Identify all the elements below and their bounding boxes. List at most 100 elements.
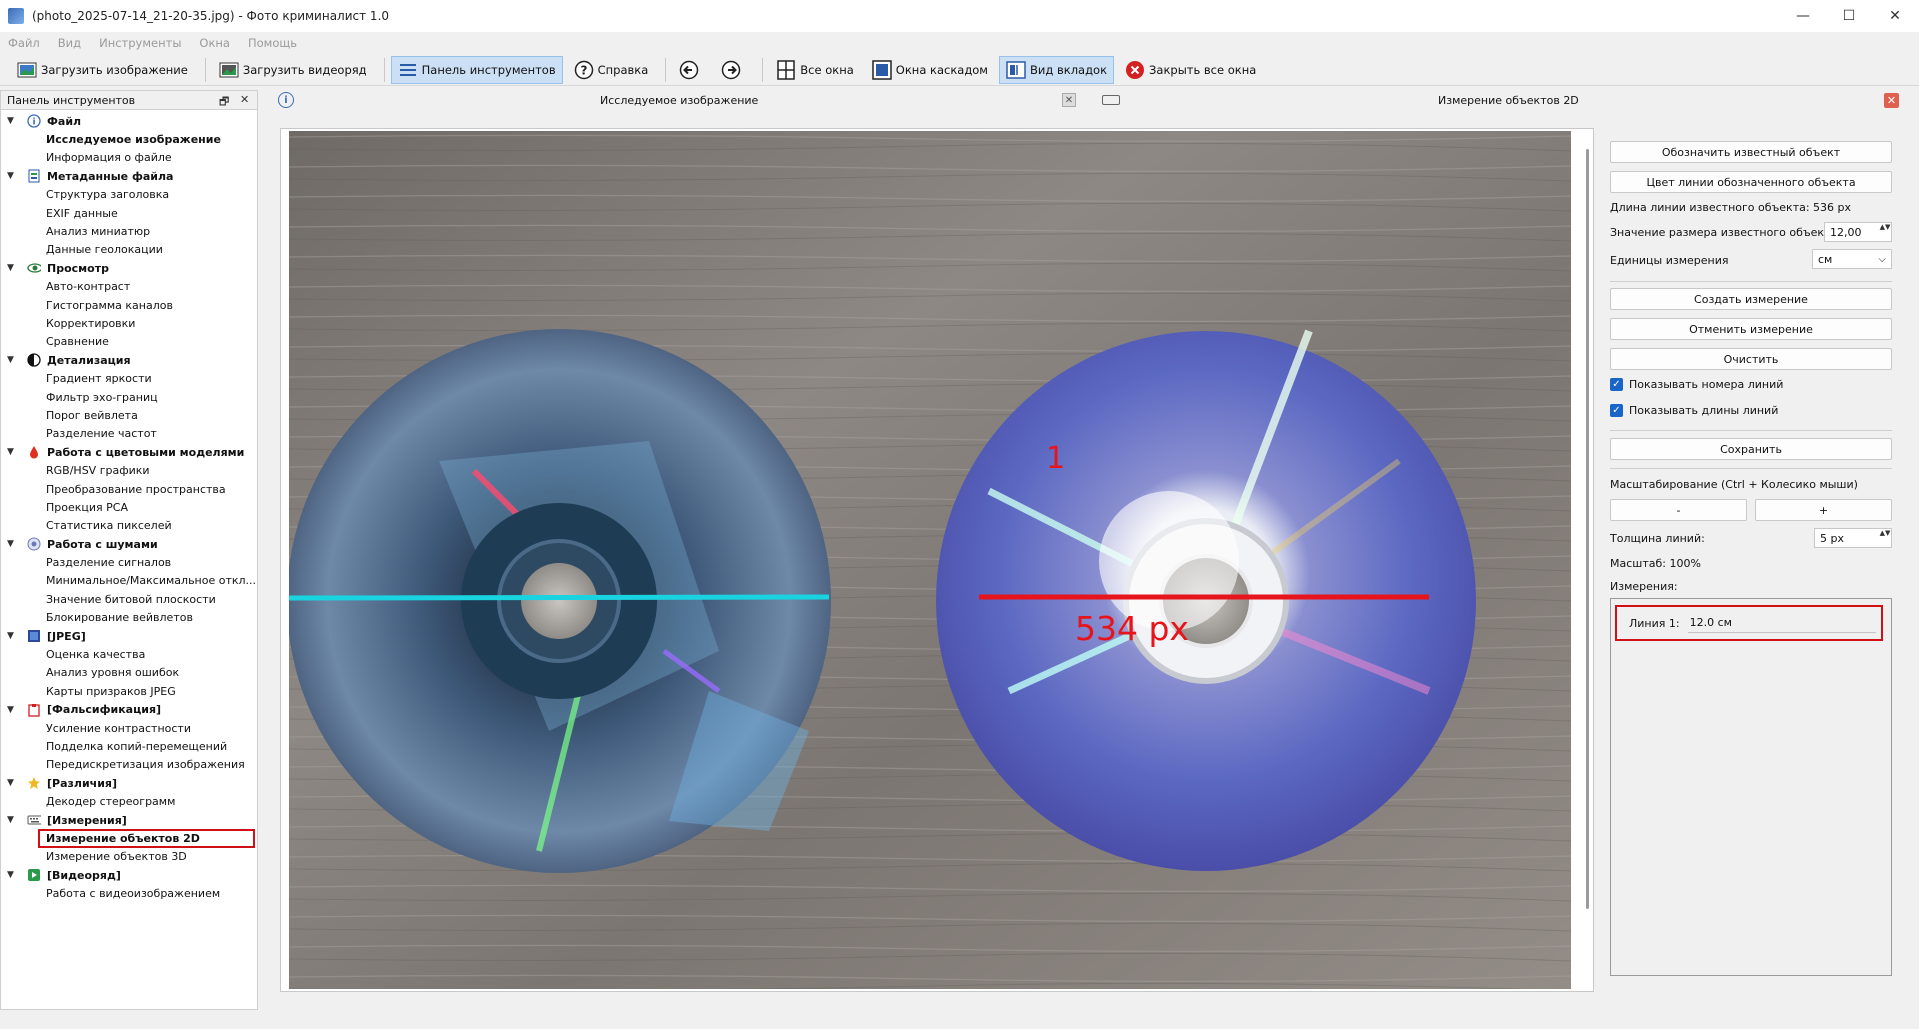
tree-item[interactable]: Градиент яркости (1, 369, 257, 387)
save-button[interactable]: Сохранить (1610, 438, 1892, 460)
tree-item[interactable]: Данные геолокации (1, 241, 257, 259)
menu-help[interactable]: Помощь (248, 36, 297, 50)
chevron-down-icon[interactable]: ▼ (7, 355, 19, 365)
tree-item[interactable]: Измерение объектов 2D (38, 829, 255, 848)
tree-item[interactable]: Гистограмма каналов (1, 296, 257, 314)
tree-item[interactable]: Преобразование пространства (1, 480, 257, 498)
tree-item[interactable]: Анализ уровня ошибок (1, 664, 257, 682)
tree-item[interactable]: Разделение частот (1, 425, 257, 443)
image-viewer[interactable]: 1 534 px (280, 128, 1594, 992)
cascade-button[interactable]: Окна каскадом (865, 56, 995, 84)
measurement-row[interactable]: Линия 1: 12.0 см (1615, 605, 1883, 641)
chevron-down-icon[interactable]: ▼ (7, 631, 19, 641)
close-image-window-icon[interactable]: ✕ (1062, 93, 1076, 107)
tree-item[interactable]: Фильтр эхо-границ (1, 388, 257, 406)
tree-item[interactable]: Измерение объектов 3D (1, 848, 257, 866)
tree-item[interactable]: Значение битовой плоскости (1, 590, 257, 608)
svg-text:i: i (32, 118, 35, 128)
tree-item[interactable]: Декодер стереограмм (1, 792, 257, 810)
minimize-button[interactable]: — (1780, 0, 1826, 32)
chevron-down-icon[interactable]: ▼ (7, 171, 19, 181)
known-size-spinbox[interactable]: 12,00 ▲▼ (1824, 222, 1892, 242)
chevron-down-icon[interactable]: ▼ (7, 539, 19, 549)
tools-panel-button[interactable]: Панель инструментов (390, 55, 563, 84)
tree-item[interactable]: Корректировки (1, 314, 257, 332)
menu-view[interactable]: Вид (58, 36, 81, 50)
chevron-down-icon[interactable]: ▼ (7, 705, 19, 715)
chevron-down-icon[interactable]: ▼ (7, 870, 19, 880)
maximize-button[interactable]: ☐ (1826, 0, 1872, 32)
measure-panel: Обозначить известный объект Цвет линии о… (1606, 128, 1896, 998)
investigated-photo[interactable] (289, 131, 1571, 989)
tree-item[interactable]: Статистика пикселей (1, 517, 257, 535)
tree-item[interactable]: Работа с видеоизображением (1, 884, 257, 902)
tab-view-button[interactable]: Вид вкладок (999, 55, 1115, 84)
line-color-button[interactable]: Цвет линии обозначенного объекта (1610, 171, 1892, 193)
zoom-in-button[interactable]: + (1755, 499, 1892, 521)
tree-group-header[interactable]: ▼ Метаданные файла (1, 167, 257, 185)
scale-text: Масштаб: 100% (1610, 557, 1701, 570)
create-measurement-button[interactable]: Создать измерение (1610, 288, 1892, 310)
tree-item[interactable]: Оценка качества (1, 645, 257, 663)
tree-item[interactable]: Разделение сигналов (1, 553, 257, 571)
tree-item[interactable]: Подделка копий-перемещений (1, 737, 257, 755)
tree-item[interactable]: Анализ миниатюр (1, 222, 257, 240)
thickness-spinbox[interactable]: 5 px ▲▼ (1814, 528, 1892, 548)
chevron-down-icon[interactable]: ▼ (7, 447, 19, 457)
undo-measurement-button[interactable]: Отменить измерение (1610, 318, 1892, 340)
load-image-button[interactable]: Загрузить изображение (10, 56, 195, 84)
clear-button[interactable]: Очистить (1610, 348, 1892, 370)
close-window-button[interactable]: ✕ (1872, 0, 1918, 32)
info-icon[interactable]: i (278, 92, 294, 108)
tree-item[interactable]: Проекция PCA (1, 498, 257, 516)
tree-item[interactable]: Карты призраков JPEG (1, 682, 257, 700)
tree-item[interactable]: Порог вейвлета (1, 406, 257, 424)
show-line-lengths-checkbox[interactable]: ✓ Показывать длины линий (1610, 404, 1778, 417)
tree-group-header[interactable]: ▼ Работа с шумами (1, 535, 257, 553)
tree-group-header[interactable]: ▼ [Видеоряд] (1, 866, 257, 884)
tree-item[interactable]: Сравнение (1, 333, 257, 351)
units-select[interactable]: см ⌵ (1812, 249, 1892, 269)
tree-item[interactable]: Усиление контрастности (1, 719, 257, 737)
close-all-button[interactable]: Закрыть все окна (1118, 56, 1263, 84)
chevron-down-icon[interactable]: ▼ (7, 116, 19, 126)
menu-windows[interactable]: Окна (199, 36, 230, 50)
chevron-down-icon[interactable]: ▼ (7, 778, 19, 788)
float-panel-icon[interactable]: 🗗 (219, 93, 229, 112)
show-line-numbers-checkbox[interactable]: ✓ Показывать номера линий (1610, 378, 1783, 391)
status-bar (0, 1010, 1919, 1029)
tree-item[interactable]: Передискретизация изображения (1, 756, 257, 774)
forward-button[interactable] (714, 56, 752, 84)
chevron-down-icon[interactable]: ▼ (7, 815, 19, 825)
help-button[interactable]: ? Справка (567, 56, 656, 84)
tree-item[interactable]: Структура заголовка (1, 186, 257, 204)
tree-group-header[interactable]: ▼ [Фальсификация] (1, 701, 257, 719)
back-button[interactable] (672, 56, 710, 84)
tree-item[interactable]: Авто-контраст (1, 278, 257, 296)
tree-group-header[interactable]: ▼ Просмотр (1, 259, 257, 277)
all-windows-button[interactable]: Все окна (769, 56, 861, 84)
tree-item[interactable]: Минимальное/Максимальное откл... (1, 572, 257, 590)
spin-arrows-icon[interactable]: ▲▼ (1879, 529, 1891, 547)
menu-tools[interactable]: Инструменты (99, 36, 181, 50)
load-video-button[interactable]: Загрузить видеоряд (212, 56, 374, 84)
tree-group-header[interactable]: ▼ Работа с цветовыми моделями (1, 443, 257, 461)
mark-known-object-button[interactable]: Обозначить известный объект (1610, 141, 1892, 163)
menu-file[interactable]: Файл (8, 36, 40, 50)
close-panel-icon[interactable]: ✕ (240, 93, 249, 106)
tree-group-header[interactable]: ▼ [Измерения] (1, 811, 257, 829)
tree-item[interactable]: Блокирование вейвлетов (1, 609, 257, 627)
tree-group-header[interactable]: ▼ Детализация (1, 351, 257, 369)
tree-item[interactable]: EXIF данные (1, 204, 257, 222)
spin-arrows-icon[interactable]: ▲▼ (1879, 223, 1891, 241)
close-measure-window-icon[interactable]: ✕ (1884, 92, 1899, 108)
tree-item[interactable]: Информация о файле (1, 149, 257, 167)
chevron-down-icon[interactable]: ▼ (7, 263, 19, 273)
zoom-out-button[interactable]: - (1610, 499, 1747, 521)
tree-group-header[interactable]: ▼ i Файл (1, 112, 257, 130)
tree-group-header[interactable]: ▼ [JPEG] (1, 627, 257, 645)
tree-item[interactable]: Исследуемое изображение (1, 130, 257, 148)
tree-item[interactable]: RGB/HSV графики (1, 461, 257, 479)
tree-group-header[interactable]: ▼ [Различия] (1, 774, 257, 792)
vertical-scrollbar[interactable] (1586, 149, 1589, 909)
